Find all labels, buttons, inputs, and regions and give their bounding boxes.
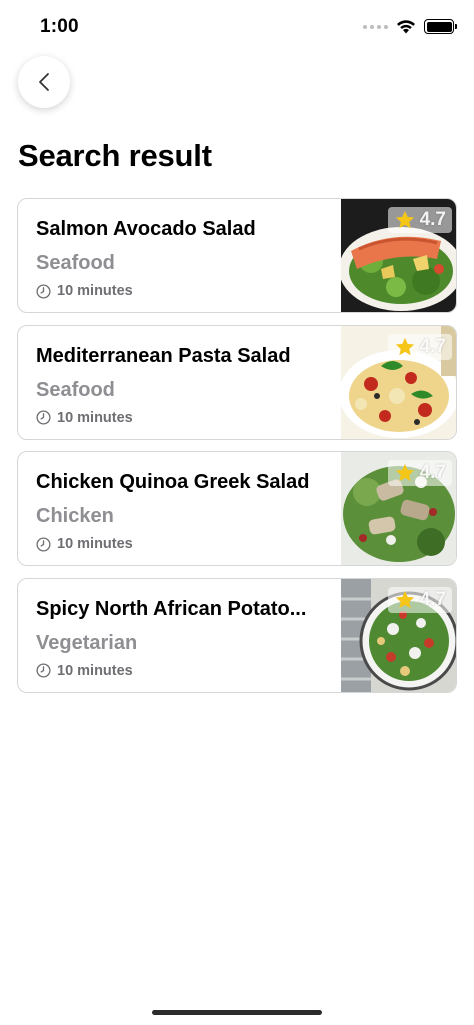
rating-value: 4.7 xyxy=(419,335,446,357)
rating-value: 4.7 xyxy=(419,462,446,483)
results-list: Salmon Avocado Salad Seafood 10 minutes xyxy=(17,198,457,704)
card-text: Mediterranean Pasta Salad Seafood 10 min… xyxy=(36,342,336,426)
result-card[interactable]: Mediterranean Pasta Salad Seafood 10 min… xyxy=(17,324,457,440)
recipe-category: Seafood xyxy=(36,378,115,401)
clock-icon xyxy=(36,536,51,552)
status-icons xyxy=(363,19,457,34)
back-button[interactable] xyxy=(18,56,70,108)
recipe-category: Chicken xyxy=(36,505,114,527)
star-icon xyxy=(395,210,414,229)
clock-icon xyxy=(36,283,51,299)
home-indicator[interactable] xyxy=(152,1010,322,1015)
salmon-salad-photo: 4.7 xyxy=(341,199,456,312)
recipe-duration: 10 minutes xyxy=(36,283,336,299)
recipe-category: Vegetarian xyxy=(36,631,138,654)
wifi-icon xyxy=(397,20,415,34)
recipe-category: Seafood xyxy=(36,252,115,274)
potato-salad-photo: 4.7 xyxy=(341,578,456,692)
result-card[interactable]: Chicken Quinoa Greek Salad Chicken 10 mi… xyxy=(17,451,457,566)
duration-label: 10 minutes xyxy=(57,662,133,679)
recipe-title: Chicken Quinoa Greek Salad xyxy=(36,471,310,493)
duration-label: 10 minutes xyxy=(57,409,133,426)
recipe-duration: 10 minutes xyxy=(36,663,336,679)
clock-icon xyxy=(36,410,51,425)
pasta-salad-photo: 4.7 xyxy=(341,325,456,439)
result-card[interactable]: Salmon Avocado Salad Seafood 10 minutes xyxy=(17,198,457,313)
result-card[interactable]: Spicy North African Potato... Vegetarian… xyxy=(17,577,457,693)
clock-icon xyxy=(36,663,51,678)
rating-badge: 4.7 xyxy=(387,333,452,360)
recipe-duration: 10 minutes xyxy=(36,536,336,552)
rating-value: 4.7 xyxy=(419,588,446,610)
duration-label: 10 minutes xyxy=(57,283,133,299)
recipe-title: Spicy North African Potato... xyxy=(36,597,307,620)
rating-badge: 4.7 xyxy=(387,586,452,613)
status-time: 1:00 xyxy=(40,16,79,37)
rating-badge: 4.7 xyxy=(387,207,452,233)
card-text: Salmon Avocado Salad Seafood 10 minutes xyxy=(36,215,336,299)
duration-label: 10 minutes xyxy=(57,536,133,552)
recipe-title: Mediterranean Pasta Salad xyxy=(36,344,291,367)
card-text: Chicken Quinoa Greek Salad Chicken 10 mi… xyxy=(36,468,336,552)
card-text: Spicy North African Potato... Vegetarian… xyxy=(36,595,336,679)
battery-icon xyxy=(424,19,457,34)
page-title: Search result xyxy=(18,138,212,173)
rating-badge: 4.7 xyxy=(387,460,452,486)
star-icon xyxy=(395,590,414,608)
chicken-salad-photo: 4.7 xyxy=(341,452,456,565)
cellular-signal-icon xyxy=(363,24,388,29)
star-icon xyxy=(395,463,414,482)
recipe-duration: 10 minutes xyxy=(36,410,336,426)
star-icon xyxy=(395,337,414,355)
chevron-left-icon xyxy=(39,73,49,91)
rating-value: 4.7 xyxy=(419,209,446,230)
recipe-title: Salmon Avocado Salad xyxy=(36,218,256,240)
status-bar: 1:00 xyxy=(0,0,474,56)
